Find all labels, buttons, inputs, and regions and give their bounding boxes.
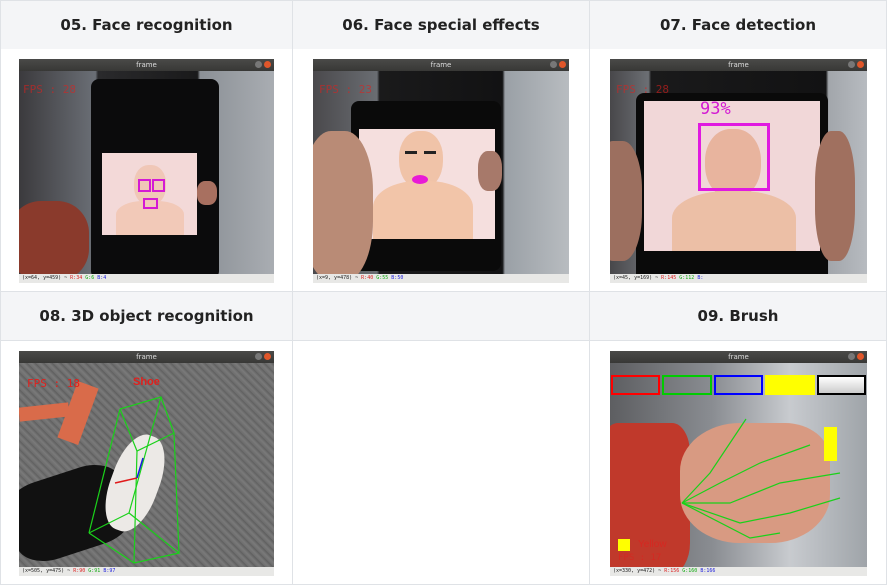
detection-score: 93% [700,99,731,119]
status-r: R:34 [70,275,83,281]
frame-window-face-recognition: frame FPS : 28 (x=64, y=459) ~ R:34 G:6 … [19,59,274,283]
window-titlebar[interactable]: frame [19,59,274,71]
selected-color-swatch [618,539,630,551]
mouth-box [143,198,158,209]
camera-view: 93% FPS : 28 [610,71,867,274]
status-g: G:6 [85,275,95,281]
hand [19,201,89,274]
minimize-icon[interactable] [550,61,557,68]
window-title: frame [728,353,749,361]
status-bar: (x=45, y=169) ~ R:145 G:112 B: [610,274,867,283]
status-r: R:90 [73,568,86,574]
eye-box-left [138,179,151,192]
fps-counter: FPS : 28 [23,83,76,96]
camera-view: FPS : 28 [19,71,274,274]
thumb [815,131,855,261]
heading-brush: 09. Brush [590,292,886,340]
demo-grid: 05. Face recognition 06. Face special ef… [0,0,887,585]
status-b: B:97 [103,568,116,574]
heading-empty [293,292,589,340]
status-bar: (x=330, y=472) ~ R:156 G:160 B:166 [610,567,867,576]
status-b: B: [697,275,704,281]
hand [610,141,642,261]
status-position: (x=505, y=475) ~ [22,568,71,574]
heading-face-detection: 07. Face detection [590,1,886,49]
status-g: G:55 [376,275,389,281]
status-g: G:160 [682,568,698,574]
close-icon[interactable] [857,61,864,68]
frame-window-face-detection: frame 93% FPS : 28 (x=45, y=169) ~ R:145… [610,59,867,283]
minimize-icon[interactable] [848,353,855,360]
window-titlebar[interactable]: frame [610,59,867,71]
selected-color-label: Yellow [638,539,667,550]
status-bar: (x=64, y=459) ~ R:34 G:6 B:4 [19,274,274,283]
status-g: G:112 [679,275,695,281]
window-title: frame [430,61,452,69]
bounding-box-3d [88,396,181,564]
status-b: B:4 [97,275,107,281]
thumb [197,181,217,205]
object-label: Shoe [133,376,160,388]
eye-box-right [152,179,165,192]
hand [313,131,373,274]
status-position: (x=9, y=478) ~ [316,275,359,281]
status-bar: (x=505, y=475) ~ R:90 G:91 B:97 [19,567,274,576]
shoulders [373,181,473,239]
fps-counter: FPS : 18 [27,377,80,390]
fps-counter: FPS : 23 [319,83,372,96]
shoulders [672,191,796,251]
close-icon[interactable] [559,61,566,68]
thumb [478,151,502,191]
frame-window-face-effects: frame FPS : 23 (x=9, y=478) ~ R:40 G:55 … [313,59,569,283]
frame-window-brush: frame Yellow FPS : 17 (x=330, y=472) ~ R… [610,351,867,576]
status-r: R:145 [661,275,677,281]
minimize-icon[interactable] [848,61,855,68]
window-titlebar[interactable]: frame [313,59,569,71]
face-detection-box [698,123,770,191]
status-r: R:40 [361,275,374,281]
camera-view: Yellow FPS : 17 [610,363,867,567]
fps-counter: FPS : 28 [616,83,669,96]
status-g: G:91 [88,568,101,574]
close-icon[interactable] [264,353,271,360]
fps-counter: FPS : 17 [618,553,662,563]
status-bar: (x=9, y=478) ~ R:40 G:55 B:50 [313,274,569,283]
hand-skeleton [681,418,841,539]
heading-face-special-effects: 06. Face special effects [293,1,589,49]
window-title: frame [136,353,157,361]
status-b: B:50 [391,275,404,281]
minimize-icon[interactable] [255,353,262,360]
window-title: frame [136,61,157,69]
window-title: frame [728,61,749,69]
status-b: B:166 [700,568,716,574]
frame-window-3d-object: frame FPS : 18 Shoe (x=505, y=475) ~ R:9… [19,351,274,576]
eyebrow-right [424,151,436,154]
close-icon[interactable] [857,353,864,360]
heading-face-recognition: 05. Face recognition [1,1,292,49]
camera-view: FPS : 23 [313,71,569,274]
status-position: (x=330, y=472) ~ [613,568,662,574]
status-r: R:156 [664,568,680,574]
status-position: (x=45, y=169) ~ [613,275,659,281]
eyebrow-left [405,151,417,154]
status-position: (x=64, y=459) ~ [22,275,68,281]
lipstick-effect [412,175,428,184]
close-icon[interactable] [264,61,271,68]
minimize-icon[interactable] [255,61,262,68]
camera-view: FPS : 18 Shoe [19,363,274,567]
heading-3d-object-recognition: 08. 3D object recognition [1,292,292,340]
window-titlebar[interactable]: frame [19,351,274,363]
window-titlebar[interactable]: frame [610,351,867,363]
